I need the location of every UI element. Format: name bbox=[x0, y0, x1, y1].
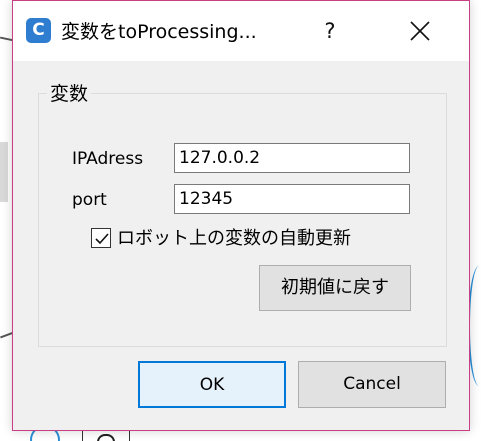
cancel-button[interactable]: Cancel bbox=[298, 361, 446, 408]
auto-update-label[interactable]: ロボット上の変数の自動更新 bbox=[117, 227, 351, 251]
close-icon bbox=[410, 21, 430, 41]
port-input[interactable]: 12345 bbox=[174, 184, 410, 214]
background-node bbox=[82, 430, 130, 441]
background-node-edge bbox=[0, 142, 8, 202]
window-title: 変数をtoProcessing... bbox=[61, 21, 257, 43]
variables-dialog: C 変数をtoProcessing... ? 変数 IPAdress 127.0… bbox=[12, 0, 470, 431]
group-title: 変数 bbox=[47, 82, 92, 106]
ok-button[interactable]: OK bbox=[138, 361, 286, 408]
title-bar[interactable]: C 変数をtoProcessing... ? bbox=[13, 1, 469, 61]
help-button[interactable]: ? bbox=[313, 14, 347, 48]
reset-defaults-button[interactable]: 初期値に戻す bbox=[259, 265, 411, 311]
app-c-icon: C bbox=[26, 18, 51, 43]
checkmark-icon bbox=[95, 233, 109, 245]
close-button[interactable] bbox=[395, 1, 445, 61]
ip-address-label: IPAdress bbox=[72, 149, 144, 169]
port-label: port bbox=[72, 190, 107, 210]
ip-address-input[interactable]: 127.0.0.2 bbox=[174, 143, 410, 173]
background-node-icon bbox=[97, 434, 115, 441]
auto-update-checkbox[interactable] bbox=[91, 228, 111, 248]
